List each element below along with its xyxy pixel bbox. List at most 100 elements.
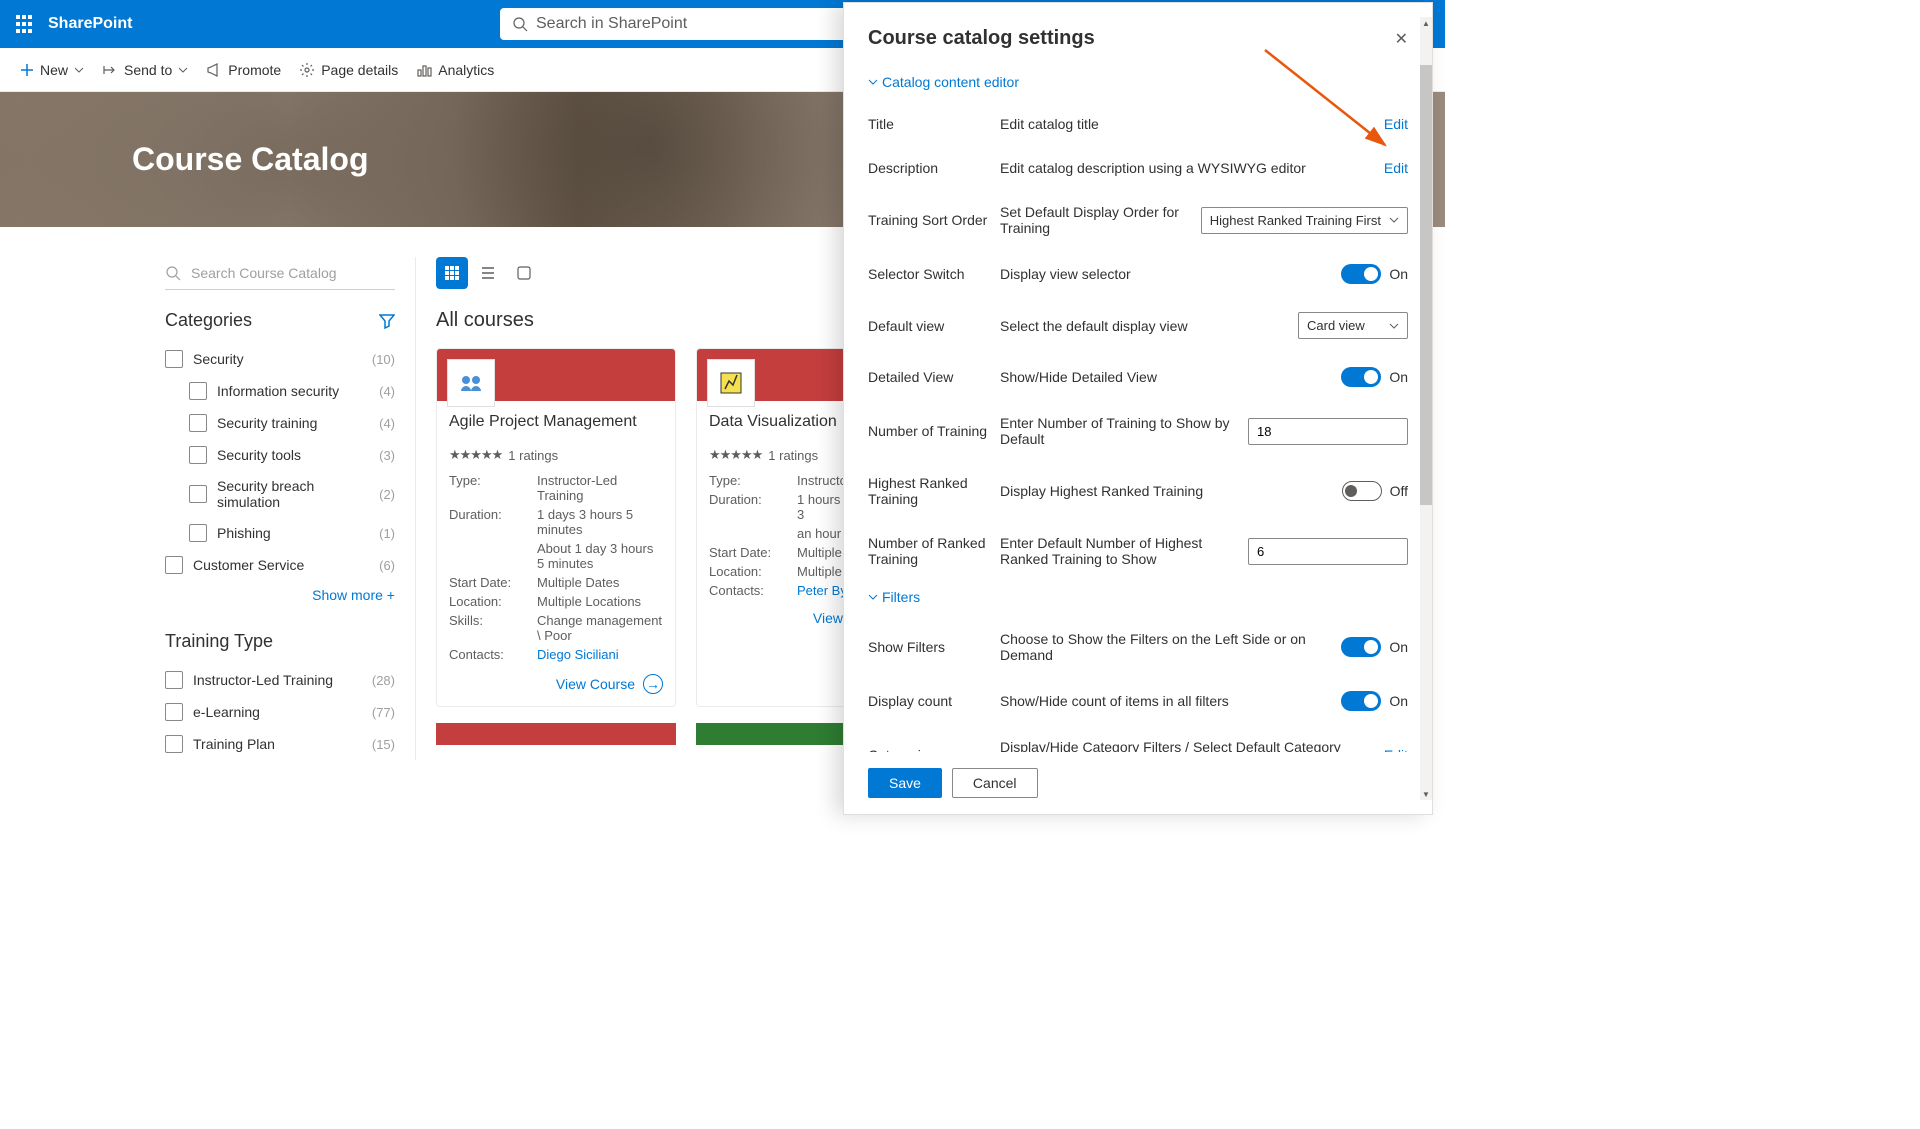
- setting-sort-order: Training Sort OrderSet Default Display O…: [868, 190, 1408, 250]
- setting-display-count: Display countShow/Hide count of items in…: [868, 677, 1408, 725]
- section-filters[interactable]: Filters: [868, 589, 1408, 605]
- categories-header: Categories: [165, 310, 395, 331]
- number-input[interactable]: [1248, 418, 1408, 445]
- compact-view-button[interactable]: [508, 257, 540, 289]
- stars-icon: ★★★★★: [449, 447, 502, 463]
- category-item[interactable]: Phishing(1): [165, 517, 395, 549]
- send-icon: [102, 62, 118, 78]
- category-item[interactable]: Customer Service(6): [165, 549, 395, 581]
- grid-view-button[interactable]: [436, 257, 468, 289]
- panel-header: Course catalog settings ✕: [844, 3, 1432, 66]
- settings-panel: Course catalog settings ✕ Catalog conten…: [843, 2, 1433, 815]
- setting-categories-filter: CategoriesDisplay/Hide Category Filters …: [868, 725, 1408, 752]
- scrollbar[interactable]: ▲ ▼: [1420, 17, 1432, 800]
- search-placeholder: Search in SharePoint: [536, 15, 687, 33]
- category-item[interactable]: Information security(4): [165, 375, 395, 407]
- new-button[interactable]: New: [20, 62, 84, 78]
- cancel-button[interactable]: Cancel: [952, 768, 1038, 798]
- chevron-down-icon: [178, 67, 188, 73]
- setting-title: TitleEdit catalog titleEdit: [868, 102, 1408, 146]
- checkbox[interactable]: [189, 485, 207, 503]
- training-type-header: Training Type: [165, 631, 395, 652]
- checkbox[interactable]: [189, 446, 207, 464]
- megaphone-icon: [206, 62, 222, 78]
- send-to-button[interactable]: Send to: [102, 62, 188, 78]
- promote-button[interactable]: Promote: [206, 62, 281, 78]
- checkbox[interactable]: [189, 414, 207, 432]
- chevron-down-icon: [1389, 217, 1399, 223]
- section-catalog-editor[interactable]: Catalog content editor: [868, 74, 1408, 90]
- scroll-down-icon[interactable]: ▼: [1420, 788, 1432, 800]
- setting-highest-ranked: Highest Ranked TrainingDisplay Highest R…: [868, 461, 1408, 521]
- contact-link[interactable]: Diego Siciliani: [537, 647, 663, 662]
- toggle-displaycount[interactable]: [1341, 691, 1381, 711]
- save-button[interactable]: Save: [868, 768, 942, 798]
- scroll-thumb[interactable]: [1420, 65, 1432, 505]
- panel-title: Course catalog settings: [868, 27, 1095, 50]
- search-icon: [512, 16, 528, 32]
- page-title: Course Catalog: [132, 141, 368, 178]
- checkbox[interactable]: [165, 350, 183, 368]
- checkbox[interactable]: [165, 556, 183, 574]
- checkbox[interactable]: [189, 524, 207, 542]
- page-details-button[interactable]: Page details: [299, 62, 398, 78]
- checkbox[interactable]: [165, 735, 183, 753]
- close-button[interactable]: ✕: [1395, 29, 1408, 49]
- chevron-down-icon: [868, 592, 878, 602]
- number-ranked-input[interactable]: [1248, 538, 1408, 565]
- course-rating: ★★★★★1 ratings: [709, 447, 843, 463]
- training-type-list: Instructor-Led Training(28) e-Learning(7…: [165, 664, 395, 760]
- setting-detailed-view: Detailed ViewShow/Hide Detailed ViewOn: [868, 353, 1408, 401]
- toggle-showfilters[interactable]: [1341, 637, 1381, 657]
- course-rating: ★★★★★1 ratings: [449, 447, 663, 463]
- course-icon: [447, 359, 495, 407]
- toggle-highest[interactable]: [1342, 481, 1382, 501]
- checkbox[interactable]: [189, 382, 207, 400]
- category-list: Security(10) Information security(4) Sec…: [165, 343, 395, 581]
- sort-select[interactable]: Highest Ranked Training First: [1201, 207, 1408, 234]
- toggle-selector[interactable]: [1341, 264, 1381, 284]
- edit-link[interactable]: Edit: [1384, 160, 1408, 176]
- chevron-down-icon: [1389, 323, 1399, 329]
- course-title: Data Visualization: [709, 413, 843, 431]
- chevron-down-icon: [74, 67, 84, 73]
- chevron-down-icon: [868, 77, 878, 87]
- analytics-button[interactable]: Analytics: [416, 62, 494, 78]
- view-course-link[interactable]: View Course→: [449, 674, 663, 694]
- checkbox[interactable]: [165, 703, 183, 721]
- view-course-link[interactable]: View: [709, 610, 843, 626]
- type-item[interactable]: Instructor-Led Training(28): [165, 664, 395, 696]
- plus-icon: [20, 63, 34, 77]
- contact-link[interactable]: Peter By: [797, 583, 847, 598]
- type-item[interactable]: e-Learning(77): [165, 696, 395, 728]
- category-item[interactable]: Security tools(3): [165, 439, 395, 471]
- app-launcher-icon[interactable]: [8, 8, 40, 40]
- course-icon: [707, 359, 755, 407]
- stars-icon: ★★★★★: [709, 447, 762, 463]
- category-item[interactable]: Security breach simulation(2): [165, 471, 395, 517]
- course-card[interactable]: Data Visualization ★★★★★1 ratings Type:I…: [696, 348, 856, 707]
- toggle-detailed[interactable]: [1341, 367, 1381, 387]
- setting-number-ranked: Number of Ranked TrainingEnter Default N…: [868, 521, 1408, 581]
- setting-default-view: Default viewSelect the default display v…: [868, 298, 1408, 353]
- card-banner: [437, 349, 675, 401]
- course-card[interactable]: Agile Project Management ★★★★★1 ratings …: [436, 348, 676, 707]
- category-item[interactable]: Security training(4): [165, 407, 395, 439]
- type-item[interactable]: Training Plan(15): [165, 728, 395, 760]
- search-icon: [165, 265, 181, 281]
- show-more-link[interactable]: Show more +: [165, 587, 395, 603]
- arrow-right-icon: →: [643, 674, 663, 694]
- scroll-up-icon[interactable]: ▲: [1420, 17, 1432, 29]
- panel-footer: Save Cancel: [844, 752, 1432, 814]
- filter-sidebar: Search Course Catalog Categories Securit…: [0, 257, 415, 760]
- edit-link[interactable]: Edit: [1384, 116, 1408, 132]
- defaultview-select[interactable]: Card view: [1298, 312, 1408, 339]
- list-view-button[interactable]: [472, 257, 504, 289]
- filter-icon[interactable]: [379, 313, 395, 329]
- checkbox[interactable]: [165, 671, 183, 689]
- course-title: Agile Project Management: [449, 413, 663, 431]
- setting-description: DescriptionEdit catalog description usin…: [868, 146, 1408, 190]
- app-name: SharePoint: [48, 15, 132, 33]
- category-item[interactable]: Security(10): [165, 343, 395, 375]
- catalog-search[interactable]: Search Course Catalog: [165, 257, 395, 290]
